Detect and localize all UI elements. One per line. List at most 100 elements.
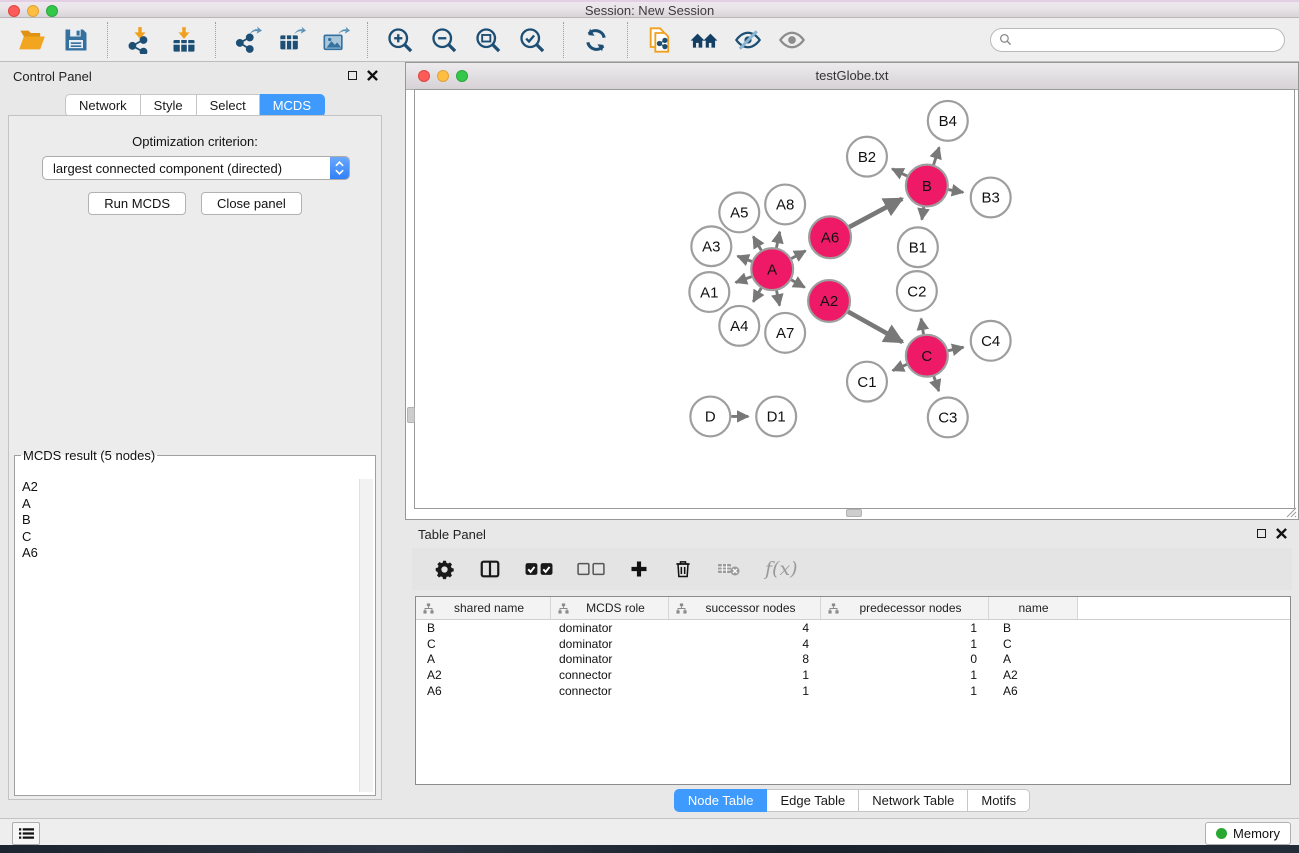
- run-mcds-button[interactable]: Run MCDS: [88, 192, 186, 215]
- table-cell[interactable]: A6: [989, 684, 1078, 698]
- graph-edge-C-C2[interactable]: [921, 319, 924, 335]
- table-cell[interactable]: 1: [821, 621, 989, 635]
- table-row[interactable]: Adominator80A: [416, 652, 1290, 668]
- search-field[interactable]: [990, 28, 1285, 52]
- close-table-panel-icon[interactable]: [1276, 528, 1287, 539]
- show-graphics-details-icon[interactable]: [775, 25, 809, 55]
- column-header-successor-nodes[interactable]: successor nodes: [669, 597, 821, 619]
- mcds-result-item[interactable]: A6: [19, 545, 357, 562]
- table-cell[interactable]: 4: [669, 621, 821, 635]
- table-cell[interactable]: dominator: [551, 652, 669, 666]
- table-cell[interactable]: dominator: [551, 637, 669, 651]
- table-row[interactable]: Cdominator41C: [416, 636, 1290, 652]
- table-cell[interactable]: C: [416, 637, 551, 651]
- graph-edge-C-C1[interactable]: [893, 364, 908, 370]
- float-panel-icon[interactable]: [348, 71, 357, 80]
- select-all-checkboxes-icon[interactable]: [525, 562, 553, 576]
- criterion-dropdown[interactable]: largest connected component (directed): [42, 156, 350, 180]
- table-cell[interactable]: 1: [821, 684, 989, 698]
- home-views-icon[interactable]: [687, 25, 721, 55]
- mcds-result-item[interactable]: A2: [19, 479, 357, 496]
- table-cell[interactable]: 1: [669, 684, 821, 698]
- graph-edge-A-A4[interactable]: [753, 287, 761, 302]
- tab-network-table[interactable]: Network Table: [859, 789, 968, 812]
- table-cell[interactable]: A2: [416, 668, 551, 682]
- graph-edge-C-C4[interactable]: [947, 347, 963, 351]
- table-cell[interactable]: 1: [821, 637, 989, 651]
- graph-edge-A-A5[interactable]: [753, 237, 761, 252]
- graph-edge-A2-C[interactable]: [847, 311, 902, 342]
- mcds-result-item[interactable]: A: [19, 496, 357, 513]
- hide-graphics-details-icon[interactable]: [731, 25, 765, 55]
- table-cell[interactable]: C: [989, 637, 1078, 651]
- export-image-icon[interactable]: [319, 25, 353, 55]
- column-header-MCDS-role[interactable]: MCDS role: [551, 597, 669, 619]
- zoom-in-icon[interactable]: [383, 25, 417, 55]
- table-cell[interactable]: 4: [669, 637, 821, 651]
- column-header-name[interactable]: name: [989, 597, 1078, 619]
- import-table-icon[interactable]: [167, 25, 201, 55]
- table-cell[interactable]: A2: [989, 668, 1078, 682]
- graph-edge-A-A8[interactable]: [776, 232, 779, 249]
- refresh-layout-icon[interactable]: [579, 25, 613, 55]
- table-cell[interactable]: A: [989, 652, 1078, 666]
- export-table-icon[interactable]: [275, 25, 309, 55]
- graph-edge-A-A1[interactable]: [736, 276, 753, 282]
- graph-edge-B-B2[interactable]: [892, 169, 908, 177]
- table-row[interactable]: Bdominator41B: [416, 620, 1290, 636]
- table-cell[interactable]: A: [416, 652, 551, 666]
- export-network-icon[interactable]: [231, 25, 265, 55]
- delete-column-icon[interactable]: [673, 558, 693, 580]
- mcds-list-scrollbar[interactable]: [359, 479, 373, 792]
- table-cell[interactable]: 1: [669, 668, 821, 682]
- horizontal-scrollbar-thumb[interactable]: [846, 509, 862, 517]
- mcds-result-item[interactable]: B: [19, 512, 357, 529]
- open-session-icon[interactable]: [15, 25, 49, 55]
- memory-button[interactable]: Memory: [1205, 822, 1291, 845]
- import-network-icon[interactable]: [123, 25, 157, 55]
- close-panel-button[interactable]: Close panel: [201, 192, 302, 215]
- add-column-icon[interactable]: [629, 559, 649, 579]
- table-cell[interactable]: B: [416, 621, 551, 635]
- settings-gear-icon[interactable]: [434, 559, 455, 580]
- zoom-out-icon[interactable]: [427, 25, 461, 55]
- table-cell[interactable]: connector: [551, 684, 669, 698]
- graph-edge-A-A2[interactable]: [790, 279, 804, 287]
- table-cell[interactable]: dominator: [551, 621, 669, 635]
- network-window-titlebar[interactable]: testGlobe.txt: [406, 63, 1298, 90]
- vertical-scrollbar-thumb[interactable]: [407, 407, 415, 423]
- zoom-fit-icon[interactable]: [471, 25, 505, 55]
- graph-edge-A6-B[interactable]: [849, 199, 903, 228]
- graph-edge-A-A7[interactable]: [776, 290, 779, 306]
- split-table-view-icon[interactable]: [479, 558, 501, 580]
- column-header-shared-name[interactable]: shared name: [416, 597, 551, 619]
- graph-edge-C-C3[interactable]: [934, 376, 939, 392]
- network-canvas[interactable]: B4B2BB3A8A5A6A3B1AC2A1A2A4A7C4CC1C3DD1: [414, 89, 1295, 509]
- graph-edge-A-A3[interactable]: [737, 256, 752, 262]
- graph-edge-B-B3[interactable]: [947, 189, 963, 192]
- resize-grip-icon[interactable]: [1285, 506, 1297, 518]
- table-cell[interactable]: 0: [821, 652, 989, 666]
- table-row[interactable]: A2connector11A2: [416, 667, 1290, 683]
- table-cell[interactable]: 8: [669, 652, 821, 666]
- clone-network-icon[interactable]: [643, 25, 677, 55]
- table-cell[interactable]: connector: [551, 668, 669, 682]
- save-session-icon[interactable]: [59, 25, 93, 55]
- tab-edge-table[interactable]: Edge Table: [767, 789, 859, 812]
- column-header-predecessor-nodes[interactable]: predecessor nodes: [821, 597, 989, 619]
- tab-node-table[interactable]: Node Table: [674, 789, 768, 812]
- graph-edge-A-A6[interactable]: [791, 251, 806, 259]
- graph-edge-B-B1[interactable]: [922, 206, 924, 219]
- tab-style[interactable]: Style: [141, 94, 197, 117]
- graph-edge-B-B4[interactable]: [933, 147, 939, 165]
- tab-select[interactable]: Select: [197, 94, 260, 117]
- float-table-panel-icon[interactable]: [1257, 529, 1266, 538]
- zoom-selected-icon[interactable]: [515, 25, 549, 55]
- tab-mcds[interactable]: MCDS: [260, 94, 325, 117]
- task-list-button[interactable]: [12, 822, 40, 845]
- deselect-all-checkboxes-icon[interactable]: [577, 562, 605, 576]
- mcds-result-item[interactable]: C: [19, 529, 357, 546]
- table-cell[interactable]: B: [989, 621, 1078, 635]
- tab-motifs[interactable]: Motifs: [968, 789, 1030, 812]
- table-cell[interactable]: A6: [416, 684, 551, 698]
